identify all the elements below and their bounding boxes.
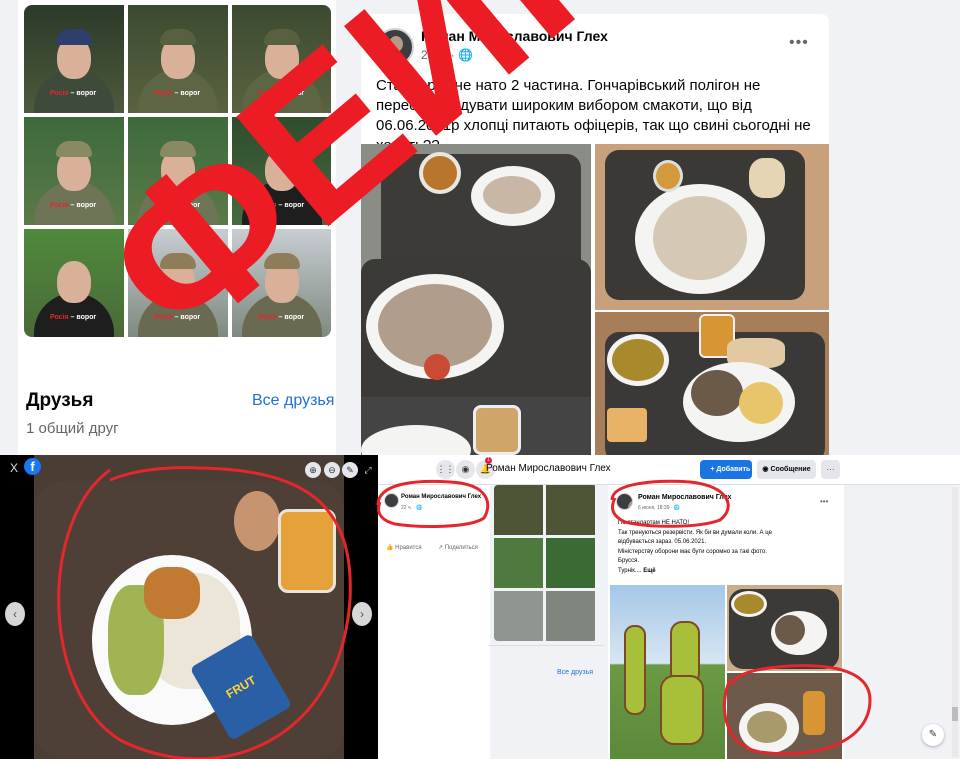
red-ink-annotations [57,466,872,759]
red-circle-annotation [57,466,352,759]
red-circle-annotation [723,664,872,756]
composite-screenshot: Росія – ворог Росія – ворог Росія – воро… [0,0,960,759]
red-circle-annotation [376,479,490,528]
red-circle-annotation [610,479,730,528]
